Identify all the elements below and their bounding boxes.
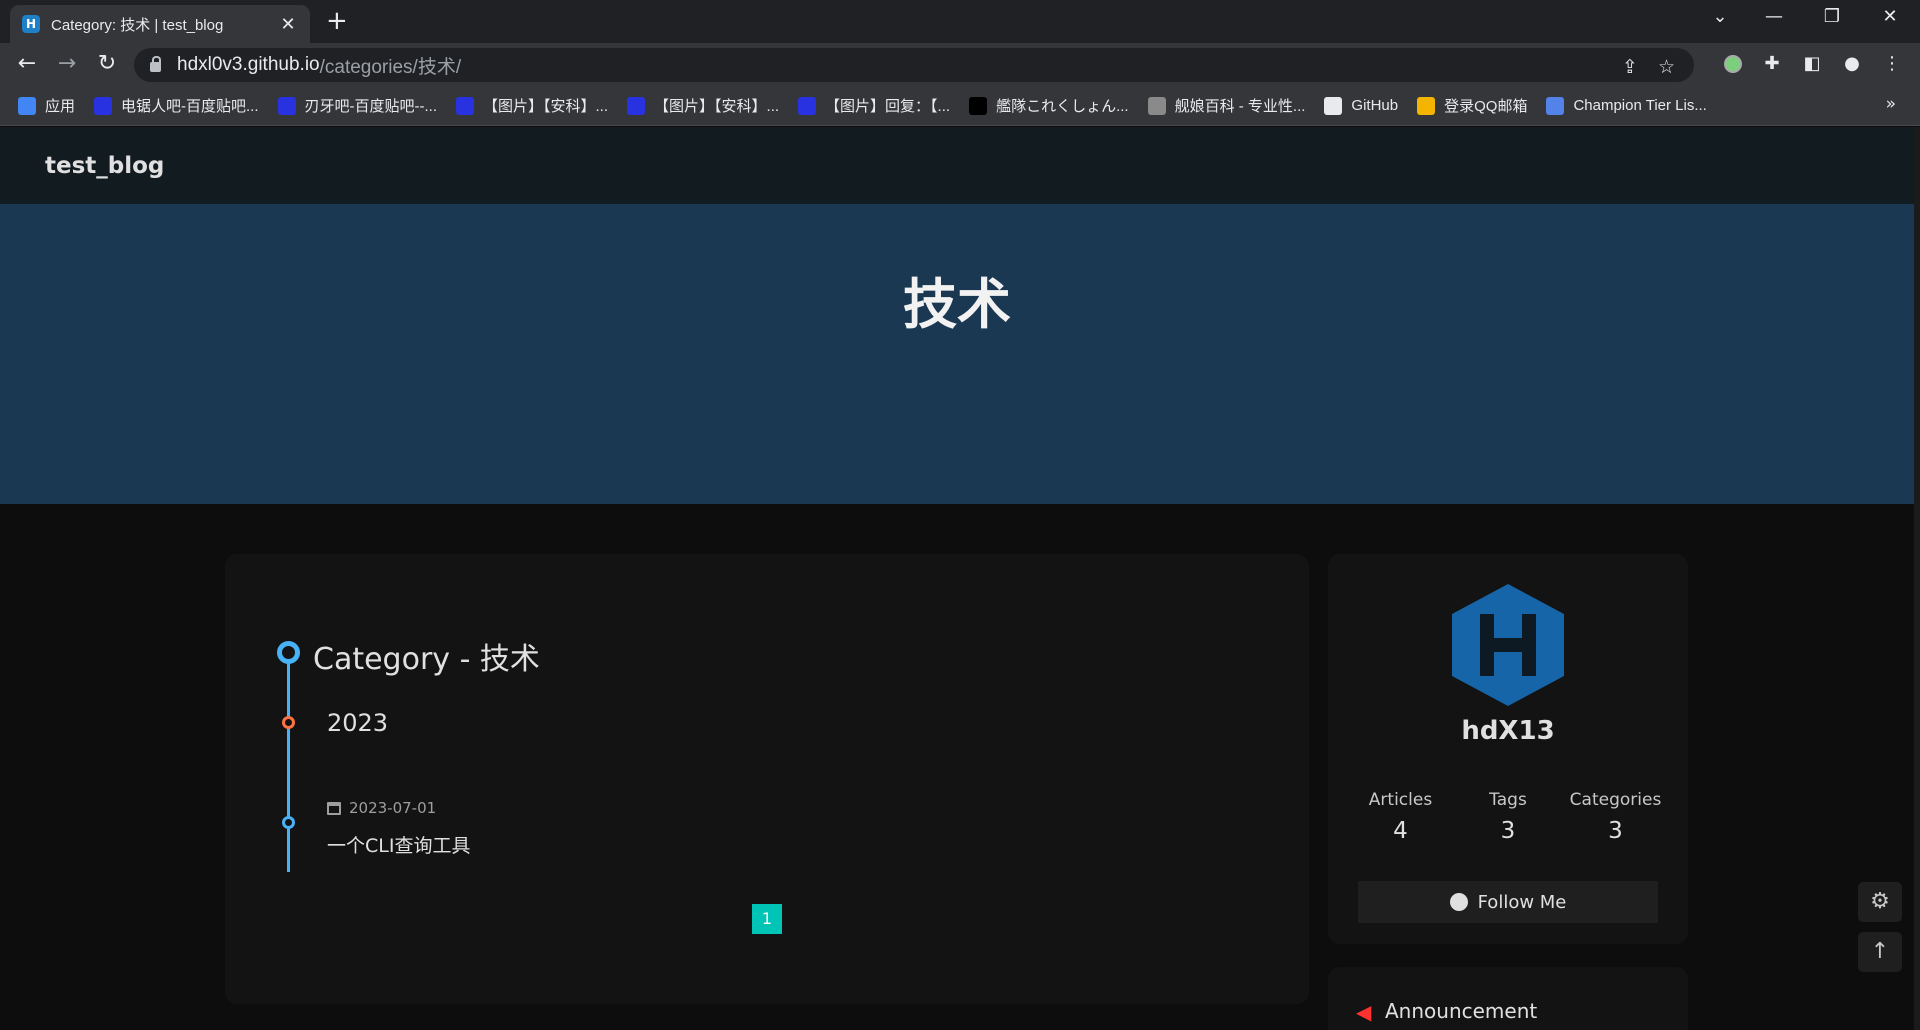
bookmark-item[interactable]: 【图片】回复：【... [798, 95, 950, 116]
avatar [1452, 584, 1564, 706]
restore-button[interactable]: ❐ [1812, 6, 1852, 27]
stat-value: 4 [1393, 818, 1408, 844]
bookmark-item[interactable]: 刃牙吧-百度贴吧--... [277, 95, 438, 116]
author-name: hdX13 [1461, 716, 1555, 746]
lock-icon [150, 56, 161, 72]
baidu-paw-icon [94, 96, 113, 115]
bookmark-item[interactable]: 登录QQ邮箱 [1417, 95, 1527, 116]
web-page: test_blog 技术 Category - 技术 2023 2023-07-… [0, 127, 1920, 1030]
github-icon [1449, 893, 1468, 911]
bullhorn-icon: ◀ [1356, 1000, 1372, 1024]
stat-tags[interactable]: Tags 3 [1456, 790, 1561, 844]
bookmark-label: 刃牙吧-百度贴吧--... [304, 98, 438, 115]
bookmark-label: 应用 [45, 98, 76, 115]
baidu-paw-icon [456, 96, 475, 115]
qq-mail-icon [1417, 96, 1436, 115]
tab-title: Category: 技术 | test_blog [51, 16, 224, 34]
extension-green-circle-icon[interactable] [1722, 53, 1744, 75]
bookmark-label: 登录QQ邮箱 [1444, 98, 1528, 115]
minimize-button[interactable]: — [1754, 6, 1794, 27]
stat-value: 3 [1608, 818, 1623, 844]
wiki-icon [1147, 96, 1166, 115]
bookmark-item[interactable]: 舰娘百科 - 专业性... [1147, 95, 1306, 116]
browser-toolbar: ← → ↻ hdxl0v3.github.io/categories/技术/ ⇪… [0, 43, 1920, 86]
browser-tab-bar: H Category: 技术 | test_blog ✕ + ⌄ — ❐ ✕ [0, 0, 1920, 43]
post-title-link[interactable]: 一个CLI查询工具 [327, 831, 470, 858]
bookmark-item[interactable]: 【图片】【安科】... [456, 95, 608, 116]
page-title: 技术 [903, 273, 1011, 336]
settings-gear-icon[interactable]: ⚙ [1858, 882, 1902, 922]
timeline-year-dot-icon [282, 716, 295, 729]
opgg-icon [1546, 96, 1565, 115]
bookmark-label: 【图片】回复：【... [825, 98, 951, 115]
timeline-item-dot-icon [282, 816, 295, 829]
baidu-paw-icon [798, 96, 817, 115]
page-scrollbar[interactable] [1914, 127, 1920, 1030]
bookmark-item[interactable]: GitHub [1324, 96, 1399, 115]
timeline-heading: Category - 技术 [313, 642, 540, 677]
bookmark-label: 电锯人吧-百度贴吧... [121, 98, 259, 115]
stat-label: Categories [1569, 790, 1662, 810]
tab-search-chevron-icon[interactable]: ⌄ [1700, 6, 1740, 27]
announcement-title: Announcement [1385, 999, 1538, 1023]
bookmark-item[interactable]: 【图片】【安科】... [627, 95, 779, 116]
menu-kebab-icon[interactable]: ⋮ [1881, 53, 1903, 75]
reload-icon[interactable]: ↻ [94, 51, 120, 77]
bookmark-label: 【图片】【安科】... [654, 98, 780, 115]
profile-icon[interactable]: ● [1841, 53, 1863, 75]
back-to-top-arrow-icon[interactable]: ↑ [1858, 932, 1902, 972]
stat-categories[interactable]: Categories 3 [1563, 790, 1668, 844]
github-icon [1324, 96, 1343, 115]
bookmark-item[interactable]: Champion Tier Lis... [1546, 96, 1707, 115]
post-date-text: 2023-07-01 [349, 799, 437, 817]
author-stats: Articles 4 Tags 3 Categories 3 [1348, 790, 1668, 844]
timeline-head-circle-icon [277, 641, 300, 664]
bookmark-star-icon[interactable]: ☆ [1658, 56, 1675, 78]
site-navbar: test_blog [0, 127, 1914, 204]
extensions-puzzle-icon[interactable]: ✚ [1761, 53, 1783, 75]
bookmark-item[interactable]: 电锯人吧-百度贴吧... [94, 95, 259, 116]
timeline-year: 2023 [327, 709, 389, 737]
bookmark-label: GitHub [1351, 97, 1399, 114]
bookmarks-bar: 应用 电锯人吧-百度贴吧... 刃牙吧-百度贴吧--... 【图片】【安科】... 【图… [0, 86, 1920, 126]
apps-grid-icon [18, 96, 36, 115]
baidu-paw-icon [277, 96, 296, 115]
share-icon[interactable]: ⇪ [1622, 56, 1638, 78]
address-bar[interactable]: hdxl0v3.github.io/categories/技术/ ⇪ ☆ [134, 48, 1694, 82]
author-info-card: hdX13 Articles 4 Tags 3 Categories 3 Fol… [1328, 554, 1688, 944]
dmm-icon [969, 96, 988, 115]
bookmark-label: 艦隊これくしょん... [996, 98, 1129, 115]
site-favicon-icon: H [22, 15, 40, 33]
forward-arrow-icon[interactable]: → [54, 51, 80, 77]
back-arrow-icon[interactable]: ← [14, 51, 40, 77]
bookmark-item[interactable]: 应用 [18, 95, 75, 116]
bookmark-item[interactable]: 艦隊これくしょん... [969, 95, 1129, 116]
calendar-icon [327, 801, 341, 815]
browser-tab[interactable]: H Category: 技术 | test_blog ✕ [10, 5, 310, 43]
stat-value: 3 [1500, 818, 1516, 844]
stat-articles[interactable]: Articles 4 [1348, 790, 1453, 844]
timeline-line [287, 652, 290, 872]
follow-label: Follow Me [1477, 891, 1567, 913]
close-window-button[interactable]: ✕ [1870, 6, 1910, 27]
page-header-banner: 技术 [0, 204, 1914, 504]
bookmark-label: 【图片】【安科】... [483, 98, 609, 115]
tab-close-icon[interactable]: ✕ [278, 14, 298, 35]
bookmarks-overflow-icon[interactable]: » [1886, 94, 1896, 114]
follow-me-button[interactable]: Follow Me [1358, 881, 1658, 923]
stat-label: Tags [1489, 790, 1527, 810]
pagination-current-page[interactable]: 1 [752, 904, 782, 934]
bookmark-label: 舰娘百科 - 专业性... [1174, 98, 1306, 115]
post-date: 2023-07-01 [327, 799, 436, 817]
side-panel-icon[interactable]: ◧ [1801, 53, 1823, 75]
bookmark-label: Champion Tier Lis... [1573, 97, 1707, 114]
category-timeline-card: Category - 技术 2023 2023-07-01 一个CLI查询工具 … [225, 554, 1309, 1004]
baidu-paw-icon [627, 96, 646, 115]
site-name-link[interactable]: test_blog [45, 153, 164, 179]
url-host: hdxl0v3.github.io [177, 54, 320, 75]
url-path: /categories/技术/ [319, 56, 462, 78]
stat-label: Articles [1368, 790, 1433, 810]
new-tab-button[interactable]: + [326, 8, 348, 34]
announcement-card: ◀ Announcement [1328, 967, 1688, 1030]
